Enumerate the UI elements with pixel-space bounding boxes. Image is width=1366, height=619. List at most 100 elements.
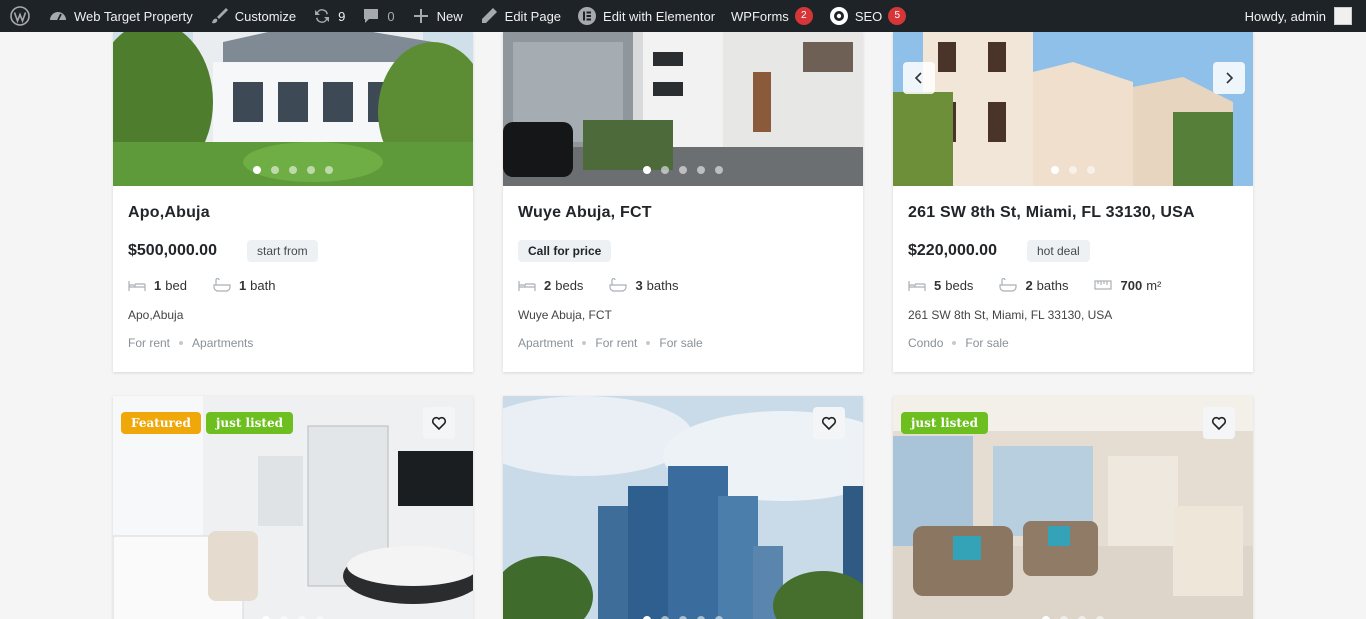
wordpress-logo-button[interactable] [0, 0, 40, 32]
edit-page-label: Edit Page [504, 8, 562, 24]
carousel-dots [503, 166, 863, 174]
listing-photo[interactable]: Featured just listed [113, 396, 473, 619]
carousel-dot[interactable] [697, 166, 705, 174]
edit-page-link[interactable]: Edit Page [471, 0, 569, 32]
category-link[interactable]: For sale [965, 336, 1008, 350]
listing-card[interactable] [503, 396, 863, 619]
wordpress-icon [10, 6, 30, 26]
site-name-link[interactable]: Web Target Property [40, 0, 201, 32]
listing-photo[interactable] [503, 396, 863, 619]
listing-photo[interactable] [113, 32, 473, 186]
heart-icon [1211, 416, 1227, 431]
category-separator [952, 341, 957, 345]
listing-card[interactable]: 261 SW 8th St, Miami, FL 33130, USA $220… [893, 32, 1253, 372]
listing-title[interactable]: Apo,Abuja [128, 204, 458, 222]
category-link[interactable]: Condo [908, 336, 943, 350]
carousel-dot[interactable] [1069, 166, 1077, 174]
carousel-prev-button[interactable] [903, 62, 935, 94]
listing-photo[interactable]: just listed [893, 396, 1253, 619]
listing-address: Apo,Abuja [128, 308, 184, 322]
category-link[interactable]: Apartments [192, 336, 253, 350]
favorite-button[interactable] [423, 407, 455, 439]
elementor-icon [577, 6, 597, 26]
bed-icon [518, 278, 536, 292]
listing-card[interactable]: just listed [893, 396, 1253, 619]
baths-count: 2 [1025, 277, 1033, 293]
dashboard-gauge-icon [48, 6, 68, 26]
listing-card[interactable]: Wuye Abuja, FCT Call for price 2 beds 3 … [503, 32, 863, 372]
carousel-dots [113, 166, 473, 174]
carousel-dot[interactable] [1087, 166, 1095, 174]
listing-categories: For rent Apartments [128, 336, 458, 350]
listing-title[interactable]: 261 SW 8th St, Miami, FL 33130, USA [908, 204, 1238, 222]
listing-card[interactable]: Apo,Abuja $500,000.00 start from 1 bed 1… [113, 32, 473, 372]
wpforms-label: WPForms [731, 8, 789, 24]
listing-photo[interactable] [503, 32, 863, 186]
seo-gear-icon [829, 6, 849, 26]
favorite-button[interactable] [1203, 407, 1235, 439]
customize-link[interactable]: Customize [201, 0, 304, 32]
baths-feature: 2 baths [999, 278, 1068, 293]
category-separator [179, 341, 184, 345]
comments-link[interactable]: 0 [353, 0, 402, 32]
listing-categories: Condo For sale [908, 336, 1238, 350]
beds-label: beds [945, 277, 974, 293]
carousel-dots [893, 166, 1253, 174]
carousel-dot[interactable] [325, 166, 333, 174]
beds-label: bed [165, 277, 187, 293]
carousel-dot[interactable] [307, 166, 315, 174]
carousel-dot[interactable] [271, 166, 279, 174]
howdy-label: Howdy, admin [1244, 8, 1326, 24]
bath-icon [609, 277, 628, 292]
price-tag: hot deal [1026, 240, 1090, 262]
admin-bar: Web Target Property Customize 9 0 New Ed… [0, 0, 1366, 32]
comments-count: 0 [387, 8, 395, 24]
baths-count: 3 [635, 277, 643, 293]
listing-photo[interactable] [893, 32, 1253, 186]
beds-feature: 5 beds [908, 278, 973, 293]
wpforms-link[interactable]: WPForms 2 [723, 0, 821, 32]
seo-link[interactable]: SEO 5 [821, 0, 914, 32]
listing-card[interactable]: Featured just listed [113, 396, 473, 619]
carousel-dot[interactable] [643, 166, 651, 174]
category-link[interactable]: For rent [128, 336, 170, 350]
my-account-link[interactable]: Howdy, admin [1237, 0, 1366, 32]
chevron-right-icon [1226, 72, 1234, 84]
pencil-icon [479, 6, 499, 26]
carousel-next-button[interactable] [1213, 62, 1245, 94]
bath-icon [999, 277, 1018, 292]
category-separator [582, 341, 587, 345]
category-link[interactable]: For sale [659, 336, 702, 350]
carousel-dot[interactable] [253, 166, 261, 174]
category-link[interactable]: For rent [595, 336, 637, 350]
plus-icon [411, 6, 431, 26]
category-link[interactable]: Apartment [518, 336, 573, 350]
avatar [1334, 7, 1352, 25]
bed-icon [908, 278, 926, 292]
favorite-button[interactable] [813, 407, 845, 439]
house-photo-graphic [113, 32, 473, 186]
carousel-dot[interactable] [715, 166, 723, 174]
heart-icon [821, 416, 837, 431]
listing-address: Wuye Abuja, FCT [518, 308, 612, 322]
carousel-dot[interactable] [289, 166, 297, 174]
updates-link[interactable]: 9 [304, 0, 353, 32]
carousel-dot[interactable] [679, 166, 687, 174]
listing-title[interactable]: Wuye Abuja, FCT [518, 204, 848, 222]
baths-feature: 3 baths [609, 278, 678, 293]
elementor-label: Edit with Elementor [603, 8, 716, 24]
carousel-dot[interactable] [661, 166, 669, 174]
new-content-link[interactable]: New [403, 0, 471, 32]
listing-categories: Apartment For rent For sale [518, 336, 848, 350]
just-listed-badge: just listed [206, 412, 293, 434]
carousel-dot[interactable] [1051, 166, 1059, 174]
new-label: New [436, 8, 463, 24]
skyscraper-photo-graphic [503, 396, 863, 619]
chevron-left-icon [914, 72, 922, 84]
category-separator [646, 341, 651, 345]
seo-label: SEO [854, 8, 883, 24]
edit-with-elementor-link[interactable]: Edit with Elementor [569, 0, 723, 32]
bath-icon [213, 277, 231, 292]
area-ruler-icon [1094, 278, 1113, 292]
updates-count: 9 [338, 8, 346, 24]
